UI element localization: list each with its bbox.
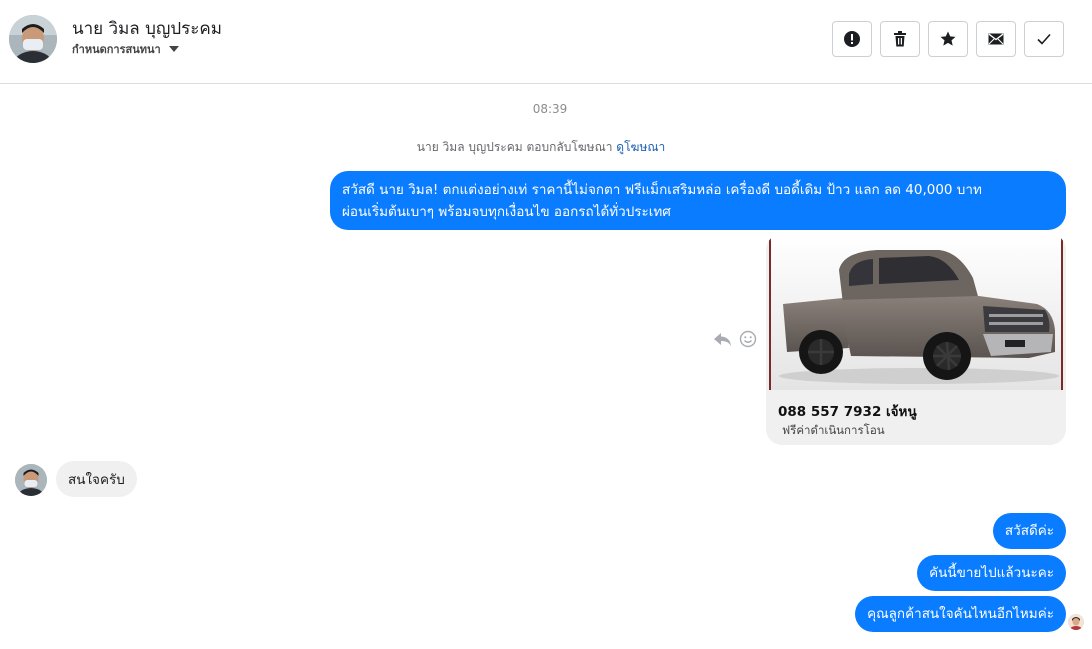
- delete-button[interactable]: [880, 21, 920, 57]
- conversation-label-dropdown[interactable]: กำหนดการสนทนา: [72, 40, 179, 58]
- trash-icon: [894, 31, 906, 47]
- ad-image[interactable]: [769, 234, 1063, 390]
- view-ad-link[interactable]: ดูโฆษณา: [616, 140, 665, 154]
- ad-reply-notice: นาย วิมล บุญประคม ตอบกลับโฆษณา ดูโฆษณา: [0, 138, 1082, 157]
- pickup-truck-image: [769, 234, 1063, 390]
- mark-unread-button[interactable]: [976, 21, 1016, 57]
- incoming-message[interactable]: สนใจครับ: [56, 461, 137, 497]
- ad-card-subtitle: ฟรีค่าดำเนินการโอน: [782, 423, 885, 437]
- conversation-header: นาย วิมล บุญประคม กำหนดการสนทนา: [0, 0, 1092, 84]
- message-timestamp: 08:39: [532, 102, 568, 116]
- conversation-label-text: กำหนดการสนทนา: [72, 43, 161, 56]
- contact-name: นาย วิมล บุญประคม: [72, 19, 223, 39]
- outgoing-ad-message[interactable]: สวัสดี นาย วิมล! ตกแต่งอย่างเท่ ราคานี้ไ…: [330, 171, 1066, 230]
- outgoing-message[interactable]: คุณลูกค้าสนใจคันไหนอีกไหมค่ะ: [855, 596, 1066, 632]
- mark-done-button[interactable]: [1024, 21, 1064, 57]
- ad-message-line-1: สวัสดี นาย วิมล! ตกแต่งอย่างเท่ ราคานี้ไ…: [342, 181, 982, 198]
- outgoing-message[interactable]: สวัสดีค่ะ: [992, 513, 1066, 549]
- alert-icon: [844, 31, 860, 47]
- mail-icon: [988, 33, 1004, 45]
- seen-receipt-avatar: [1068, 614, 1084, 630]
- message-hover-actions: [713, 330, 757, 348]
- ad-card[interactable]: 088 557 7932 เจ้หนู ฟรีค่าดำเนินการโอน: [766, 234, 1066, 445]
- emoji-icon[interactable]: [739, 330, 757, 348]
- report-button[interactable]: [832, 21, 872, 57]
- star-button[interactable]: [928, 21, 968, 57]
- ad-card-title: 088 557 7932 เจ้หนู: [778, 404, 917, 420]
- ad-message-line-2: ผ่อนเริ่มต้นเบาๆ พร้อมจบทุกเงื่อนไข ออกร…: [342, 203, 671, 220]
- reply-icon[interactable]: [713, 330, 733, 348]
- star-icon: [940, 31, 956, 46]
- outgoing-message[interactable]: คันนี้ขายไปแล้วนะคะ: [917, 555, 1066, 591]
- header-actions: [832, 21, 1064, 57]
- ad-reply-text: นาย วิมล บุญประคม ตอบกลับโฆษณา: [416, 140, 613, 154]
- caret-down-icon: [168, 46, 179, 52]
- contact-avatar[interactable]: [9, 15, 57, 63]
- check-icon: [1037, 33, 1051, 45]
- sender-avatar: [15, 464, 47, 496]
